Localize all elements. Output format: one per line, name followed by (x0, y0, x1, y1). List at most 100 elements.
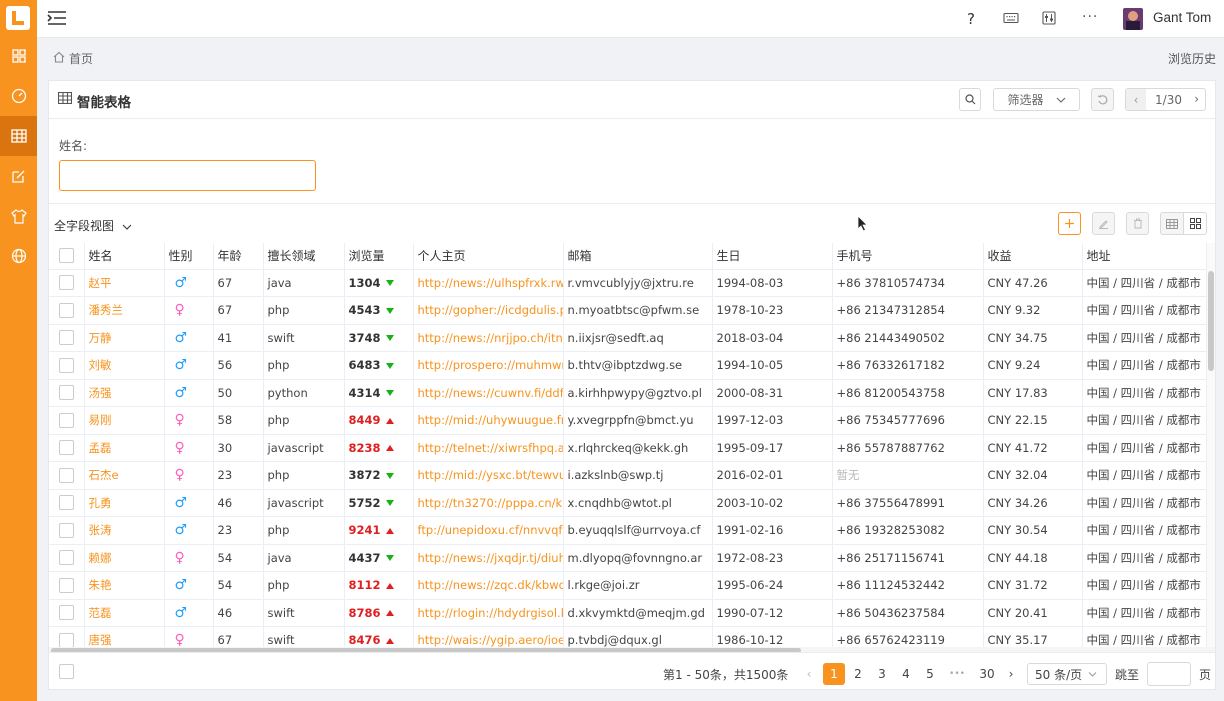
row-checkbox[interactable] (58, 385, 74, 401)
cell-homepage[interactable]: http://prospero://muhmwr (413, 351, 564, 380)
table-row[interactable]: 刘敏 ♂ 56 php 6483 http://prospero://muhmwr b.th… (49, 351, 1207, 380)
page-button[interactable]: 1 (823, 663, 845, 685)
nav-form[interactable] (0, 156, 37, 196)
table-row[interactable]: 石杰e ♀ 23 php 3872 http://mid://ysxc.bt/tewvu i… (49, 461, 1207, 490)
row-checkbox[interactable] (58, 495, 74, 511)
cell-homepage[interactable]: http://news://cuwnv.fi/ddf (413, 379, 564, 407)
row-checkbox[interactable] (58, 522, 74, 538)
row-checkbox[interactable] (58, 550, 74, 566)
table-row[interactable]: 唐强 ♀ 67 swift 8476 http://wais://ygip.aero/io… (49, 626, 1207, 649)
column-header[interactable]: 生日 (712, 243, 833, 270)
table-row[interactable]: 万静 ♂ 41 swift 3748 http://news://nrjjpo.ch/it… (49, 324, 1207, 352)
nav-dashboard[interactable] (0, 36, 37, 76)
page-button[interactable]: 2 (847, 663, 869, 685)
column-header[interactable]: 年龄 (213, 243, 264, 270)
page-button[interactable]: 3 (871, 663, 893, 685)
refresh-button[interactable] (1091, 88, 1114, 111)
table-row[interactable]: 汤强 ♂ 50 python 4314 http://news://cuwnv.fi/dd… (49, 379, 1207, 407)
select-all-checkbox[interactable] (58, 248, 74, 264)
column-header[interactable]: 擅长领域 (263, 243, 345, 270)
next-page-icon[interactable]: › (1194, 92, 1199, 106)
row-checkbox[interactable] (58, 577, 74, 593)
cell-name[interactable]: 汤强 (84, 379, 165, 407)
user-name[interactable]: Gant Tom (1153, 10, 1211, 25)
cell-name[interactable]: 朱艳 (84, 571, 165, 600)
column-header[interactable]: 个人主页 (413, 243, 564, 270)
page-button[interactable]: 5 (919, 663, 941, 685)
avatar[interactable] (1123, 8, 1143, 30)
cell-homepage[interactable]: http://wais://ygip.aero/ioe (413, 626, 564, 649)
table-row[interactable]: 赵平 ♂ 67 java 1304 http://news://ulhspfrxk.rw r… (49, 269, 1207, 297)
column-header[interactable]: 浏览量 (344, 243, 414, 270)
column-header[interactable]: 性别 (164, 243, 214, 270)
cell-homepage[interactable]: http://news://zqc.dk/kbwc (413, 571, 564, 600)
cell-name[interactable]: 赖娜 (84, 544, 165, 572)
name-input[interactable] (59, 160, 316, 191)
cell-homepage[interactable]: http://news://ulhspfrxk.rw (413, 269, 564, 297)
keyboard-icon[interactable] (1003, 12, 1019, 27)
column-header[interactable]: 邮箱 (563, 243, 713, 270)
cell-homepage[interactable]: http://mid://ysxc.bt/tewvu (413, 461, 564, 490)
column-header[interactable]: 姓名 (84, 243, 165, 270)
column-header[interactable]: 地址 (1082, 243, 1207, 270)
vertical-scrollbar[interactable] (1207, 243, 1215, 649)
row-checkbox[interactable] (58, 275, 74, 291)
footer-select-checkbox[interactable] (59, 664, 74, 679)
history-link[interactable]: 浏览历史 (1168, 50, 1216, 67)
table-row[interactable]: 孔勇 ♂ 46 javascript 5752 http://tn3270://pppa.… (49, 489, 1207, 517)
row-checkbox[interactable] (58, 440, 74, 456)
more-icon[interactable]: ··· (1082, 9, 1098, 25)
cell-name[interactable]: 张涛 (84, 516, 165, 545)
cell-homepage[interactable]: http://gopher://icdgdulis.p (413, 296, 564, 325)
cell-homepage[interactable]: ftp://unepidoxu.cf/nnvvqf (413, 516, 564, 545)
page-button[interactable]: 4 (895, 663, 917, 685)
column-header[interactable]: 手机号 (832, 243, 984, 270)
menu-toggle-icon[interactable] (47, 10, 67, 29)
delete-button[interactable] (1126, 212, 1149, 235)
table-row[interactable]: 朱艳 ♂ 54 php 8112 http://news://zqc.dk/kbwc l.r… (49, 571, 1207, 600)
cell-name[interactable]: 潘秀兰 (84, 296, 165, 325)
breadcrumb-home[interactable]: 首页 (69, 50, 93, 67)
cell-name[interactable]: 唐强 (84, 626, 165, 649)
card-view-button[interactable] (1183, 212, 1207, 235)
table-row[interactable]: 孟磊 ♀ 30 javascript 8238 http://telnet://xiwrs… (49, 434, 1207, 462)
app-logo[interactable] (6, 6, 30, 30)
cell-name[interactable]: 万静 (84, 324, 165, 352)
cell-homepage[interactable]: http://tn3270://pppa.cn/k (413, 489, 564, 517)
row-checkbox[interactable] (58, 302, 74, 318)
page-size-select[interactable]: 50 条/页 (1027, 663, 1107, 685)
column-header[interactable]: 收益 (983, 243, 1083, 270)
nav-style[interactable] (0, 196, 37, 236)
table-row[interactable]: 范磊 ♂ 46 swift 8786 http://rlogin://hdydrgisol… (49, 599, 1207, 627)
jump-page-input[interactable] (1147, 662, 1191, 686)
cell-homepage[interactable]: http://mid://uhywuugue.fr (413, 406, 564, 435)
cell-name[interactable]: 孔勇 (84, 489, 165, 517)
page-button[interactable]: 30 (975, 663, 999, 685)
table-row[interactable]: 易刚 ♀ 58 php 8449 http://mid://uhywuugue.fr y.x… (49, 406, 1207, 435)
help-icon[interactable]: ? (967, 10, 975, 28)
cell-name[interactable]: 刘敏 (84, 351, 165, 380)
cell-name[interactable]: 范磊 (84, 599, 165, 627)
row-checkbox[interactable] (58, 412, 74, 428)
cell-name[interactable]: 石杰e (84, 461, 165, 490)
row-checkbox[interactable] (58, 467, 74, 483)
cell-homepage[interactable]: http://news://nrjjpo.ch/itnt (413, 324, 564, 352)
cell-homepage[interactable]: http://rlogin://hdydrgisol.b (413, 599, 564, 627)
nav-monitor[interactable] (0, 76, 37, 116)
nav-table[interactable] (0, 116, 37, 156)
prev-page-icon[interactable]: ‹ (1126, 89, 1146, 110)
settings-sliders-icon[interactable] (1042, 11, 1056, 28)
table-row[interactable]: 潘秀兰 ♀ 67 php 4543 http://gopher://icdgdulis.p… (49, 296, 1207, 325)
row-checkbox[interactable] (58, 330, 74, 346)
nav-global[interactable] (0, 236, 37, 276)
search-button[interactable] (959, 88, 981, 111)
view-selector[interactable]: 全字段视图 (54, 217, 132, 234)
cell-name[interactable]: 赵平 (84, 269, 165, 297)
cell-homepage[interactable]: http://news://jxqdjr.tj/diuh (413, 544, 564, 572)
row-checkbox[interactable] (58, 605, 74, 621)
cell-name[interactable]: 孟磊 (84, 434, 165, 462)
table-row[interactable]: 赖娜 ♀ 54 java 4437 http://news://jxqdjr.tj/diu… (49, 544, 1207, 572)
row-checkbox[interactable] (58, 357, 74, 373)
prev-page-icon[interactable]: ‹ (801, 663, 817, 685)
edit-button[interactable] (1092, 212, 1115, 235)
